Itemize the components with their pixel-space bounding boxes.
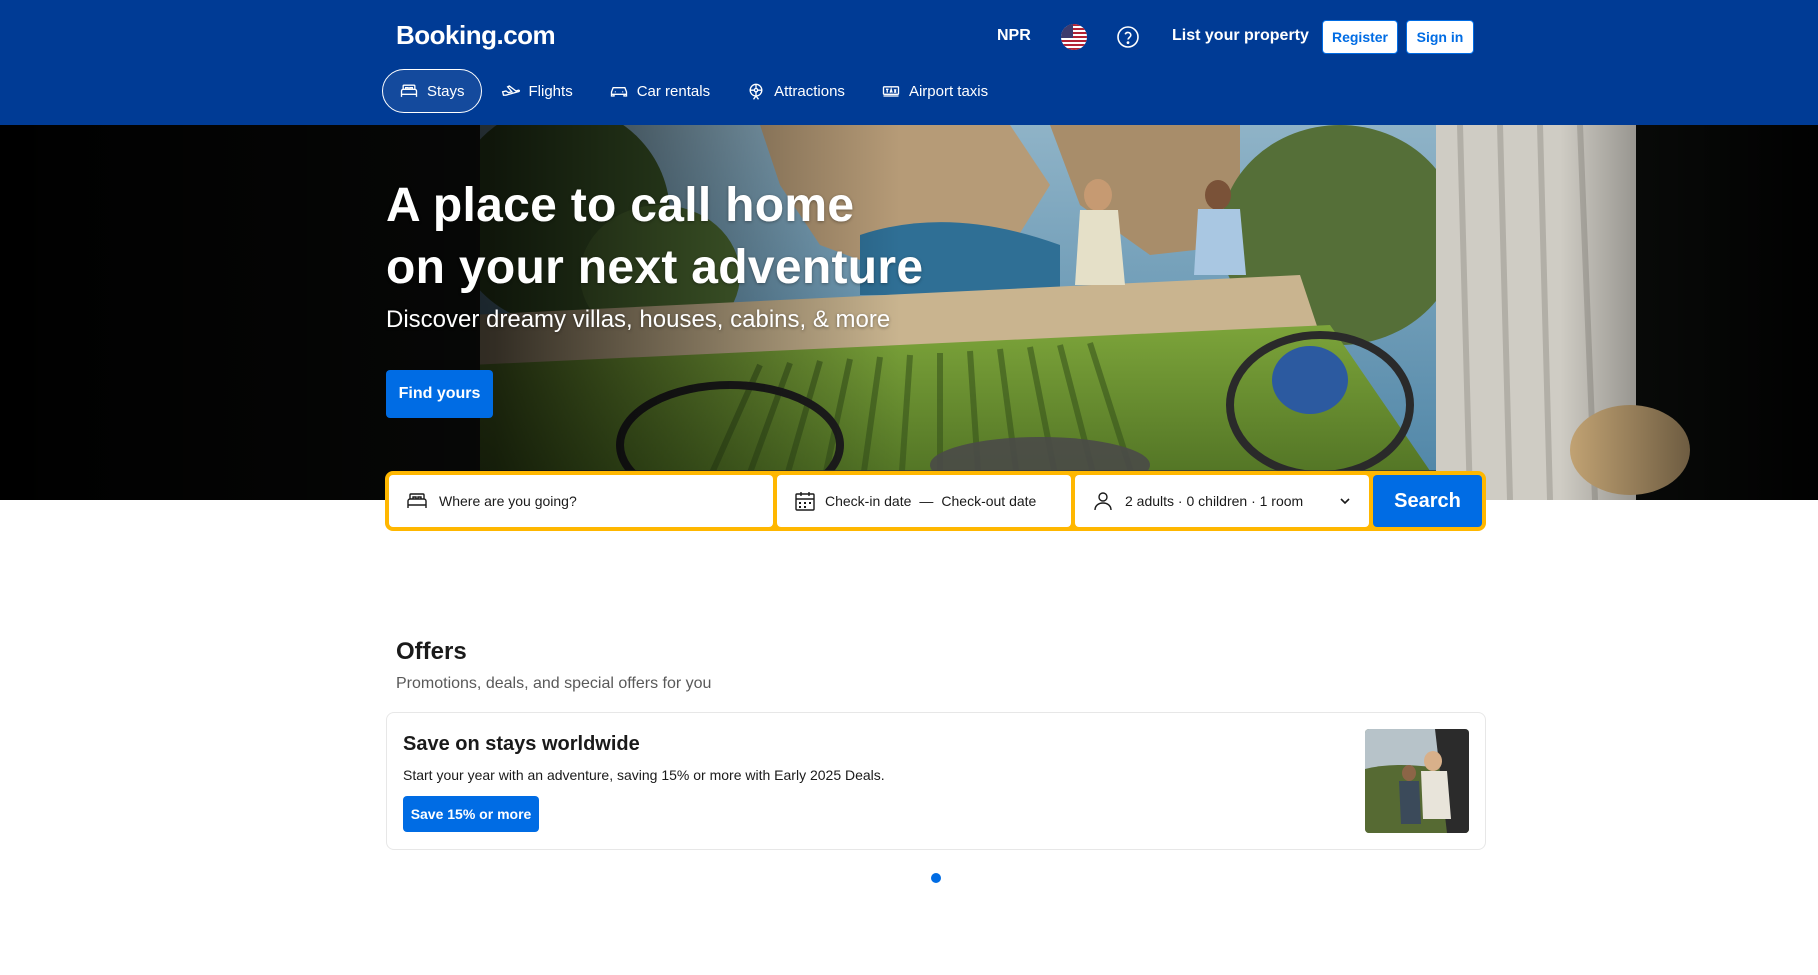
help-icon[interactable] (1116, 25, 1140, 49)
offer-image (1365, 729, 1469, 833)
tab-stays[interactable]: Stays (382, 69, 482, 113)
hero-title-line1: A place to call home (386, 179, 855, 232)
guests-label: 2 adults · 0 children · 1 room (1125, 493, 1304, 509)
hero-title-line2: on your next adventure (386, 241, 924, 294)
offer-text: Start your year with an adventure, savin… (403, 767, 885, 783)
offer-card[interactable]: Save on stays worldwide Start your year … (386, 712, 1486, 850)
find-yours-button[interactable]: Find yours (386, 370, 493, 418)
person-icon (1094, 492, 1112, 511)
search-bar: Where are you going? Check-in date — Che… (385, 471, 1486, 531)
offers-subtitle: Promotions, deals, and special offers fo… (396, 675, 712, 692)
car-icon (610, 87, 627, 97)
top-header: Booking.com NPR List your property Regis… (0, 0, 1818, 125)
destination-field[interactable]: Where are you going? (389, 475, 773, 527)
offers-title: Offers (396, 638, 467, 665)
offer-heading: Save on stays worldwide (403, 733, 640, 755)
plane-icon (501, 85, 520, 96)
list-property-link[interactable]: List your property (1172, 27, 1309, 45)
tab-label: Car rentals (636, 82, 711, 100)
bed-icon (400, 84, 418, 97)
tab-label: Flights (528, 82, 573, 100)
save-15-button[interactable]: Save 15% or more (403, 796, 539, 832)
checkout-label: Check-out date (941, 493, 1037, 509)
tab-attractions[interactable]: Attractions (729, 69, 862, 113)
product-nav: Stays Flights Car rentals Attractions Ai… (382, 69, 1007, 113)
tab-label: Stays (427, 82, 465, 100)
checkin-label: Check-in date (825, 493, 912, 509)
search-button[interactable]: Search (1373, 475, 1482, 527)
guests-field[interactable]: 2 adults · 0 children · 1 room (1075, 475, 1369, 527)
date-range-field[interactable]: Check-in date — Check-out date (777, 475, 1071, 527)
hero-title: A place to call home on your next advent… (386, 175, 923, 299)
carousel-dot-active[interactable] (931, 873, 941, 883)
hero-banner: A place to call home on your next advent… (0, 125, 1818, 500)
signin-button[interactable]: Sign in (1406, 20, 1474, 54)
tab-label: Airport taxis (908, 82, 989, 100)
us-flag-icon[interactable] (1061, 24, 1087, 50)
hero-subtitle: Discover dreamy villas, houses, cabins, … (386, 306, 891, 333)
tab-car-rentals[interactable]: Car rentals (592, 69, 727, 113)
taxi-icon (882, 86, 900, 97)
tab-airport-taxis[interactable]: Airport taxis (864, 69, 1005, 113)
chevron-down-icon (1340, 498, 1350, 505)
currency-selector[interactable]: NPR (997, 27, 1031, 45)
register-button[interactable]: Register (1322, 20, 1398, 54)
tab-label: Attractions (774, 82, 845, 100)
bed-icon (407, 493, 427, 508)
booking-logo[interactable]: Booking.com (396, 20, 556, 51)
tab-flights[interactable]: Flights (484, 69, 590, 113)
destination-placeholder: Where are you going? (439, 493, 577, 509)
attractions-icon (749, 83, 763, 100)
calendar-icon (795, 492, 815, 511)
date-separator: — (919, 493, 934, 509)
